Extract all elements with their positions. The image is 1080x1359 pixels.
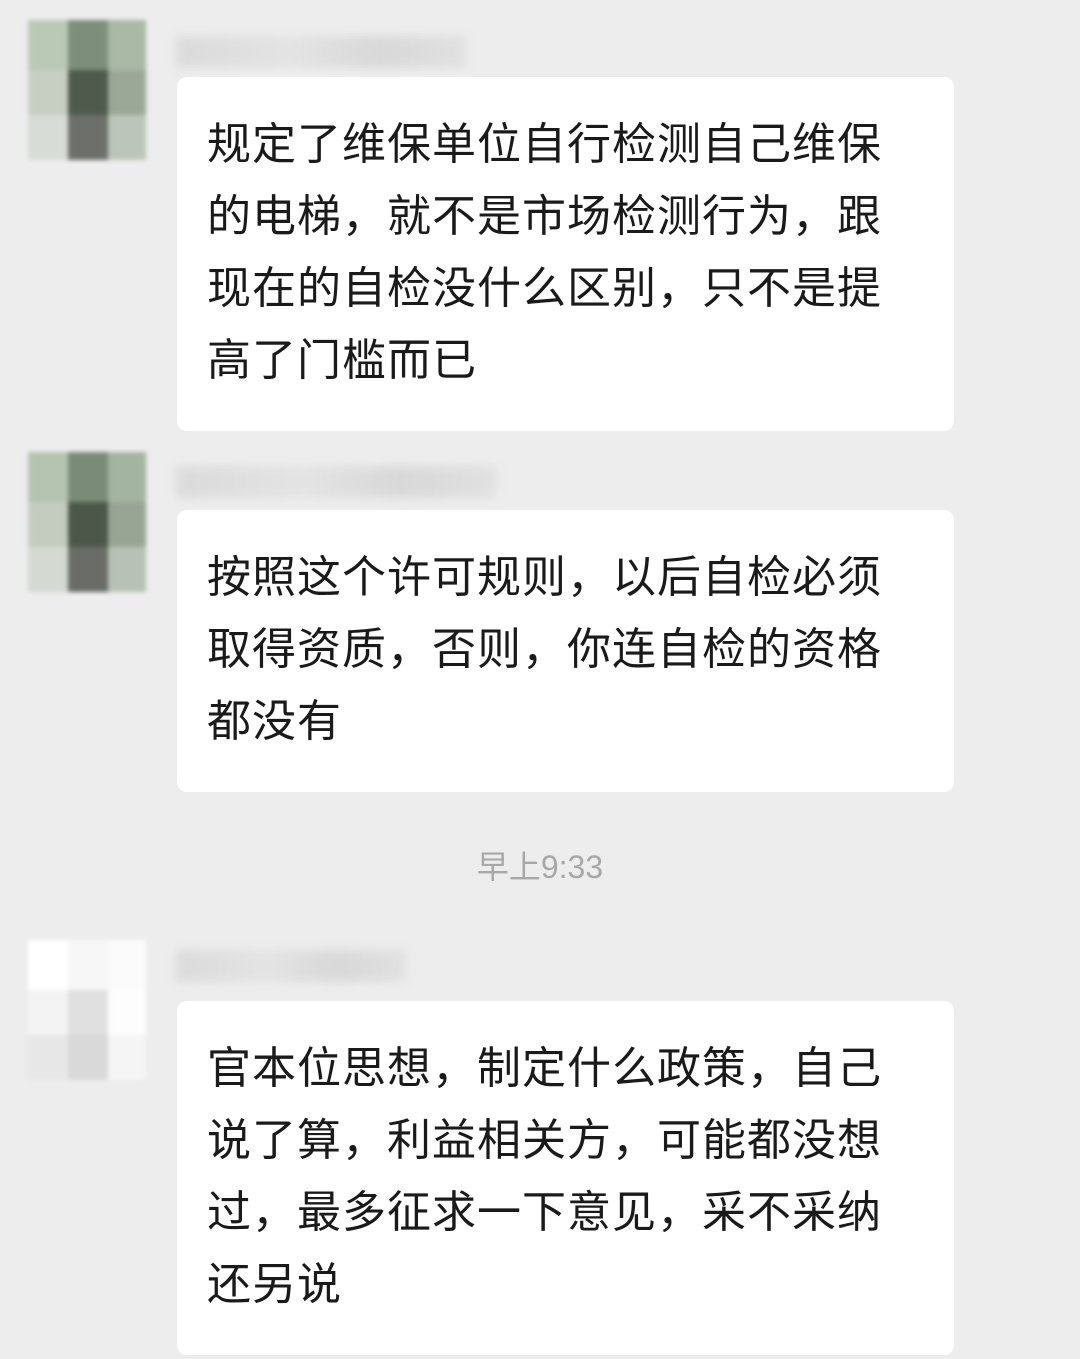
sender-name-blurred — [176, 466, 496, 498]
avatar-pixel — [28, 990, 68, 1035]
avatar-pixel — [68, 70, 108, 115]
message-text: 规定了维保单位自行检测自己维保的电梯，就不是市场检测行为，跟现在的自检没什么区别… — [207, 119, 882, 386]
avatar-pixel — [28, 70, 68, 115]
avatar-pixel — [108, 70, 146, 115]
avatar-pixel — [108, 990, 146, 1035]
avatar-pixel — [108, 20, 146, 70]
avatar-pixel — [28, 115, 68, 160]
message-text: 按照这个许可规则，以后自检必须取得资质，否则，你连自检的资格都没有 — [207, 552, 882, 747]
avatar-pixel — [108, 940, 146, 990]
avatar-pixel — [108, 502, 146, 547]
avatar-pixel — [28, 547, 68, 592]
avatar-pixel — [68, 940, 108, 990]
message-bubble[interactable]: 官本位思想，制定什么政策，自己说了算，利益相关方，可能都没想过，最多征求一下意见… — [177, 1001, 954, 1355]
avatar-pixel — [68, 115, 108, 160]
message-bubble[interactable]: 按照这个许可规则，以后自检必须取得资质，否则，你连自检的资格都没有 — [177, 510, 954, 792]
contact-avatar[interactable] — [28, 452, 146, 592]
contact-avatar[interactable] — [28, 20, 146, 160]
avatar-pixel — [68, 1035, 108, 1080]
avatar-pixel — [108, 547, 146, 592]
avatar-pixel — [68, 20, 108, 70]
avatar-pixel — [68, 502, 108, 547]
sender-name-blurred — [176, 950, 406, 982]
avatar-pixel — [108, 1035, 146, 1080]
avatar-pixel — [28, 1035, 68, 1080]
sender-name-blurred — [176, 36, 466, 68]
message-bubble[interactable]: 规定了维保单位自行检测自己维保的电梯，就不是市场检测行为，跟现在的自检没什么区别… — [177, 77, 954, 431]
contact-avatar[interactable] — [28, 940, 146, 1080]
message-text: 官本位思想，制定什么政策，自己说了算，利益相关方，可能都没想过，最多征求一下意见… — [207, 1043, 882, 1310]
avatar-pixel — [28, 452, 68, 502]
avatar-pixel — [68, 547, 108, 592]
avatar-pixel — [28, 940, 68, 990]
avatar-pixel — [68, 990, 108, 1035]
avatar-pixel — [28, 20, 68, 70]
avatar-pixel — [68, 452, 108, 502]
chat-timestamp: 早上9:33 — [476, 849, 604, 885]
avatar-pixel — [28, 502, 68, 547]
avatar-pixel — [108, 452, 146, 502]
avatar-pixel — [108, 115, 146, 160]
